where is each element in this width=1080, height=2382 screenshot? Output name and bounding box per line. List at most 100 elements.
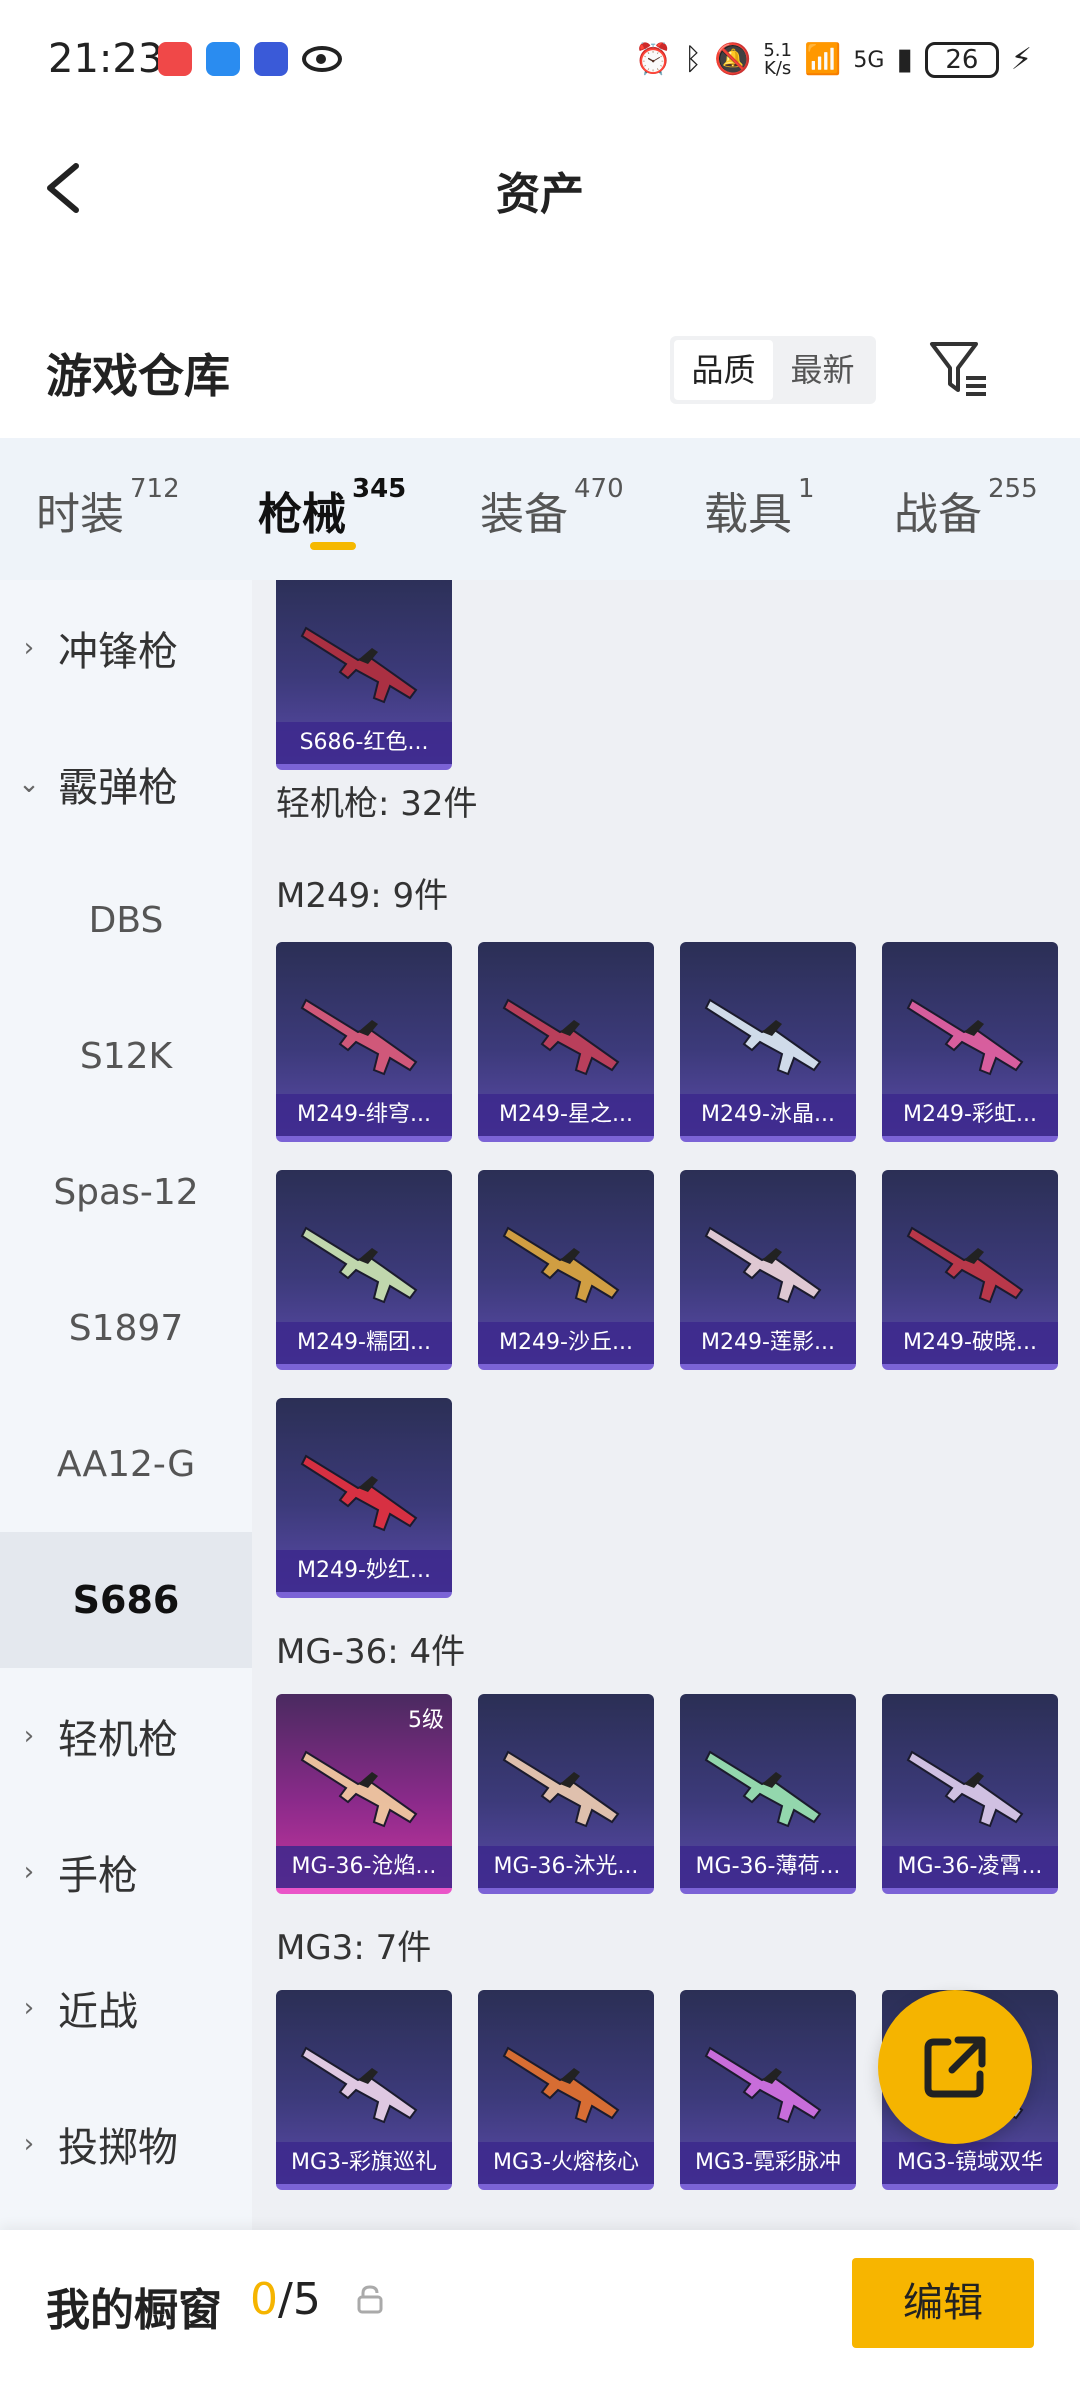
bluetooth-icon: ᛒ (684, 42, 702, 77)
wifi-icon: 📶 (804, 42, 842, 77)
share-fab-button[interactable] (878, 1990, 1032, 2144)
chevron-right-icon: › (23, 1857, 35, 1887)
warehouse-title: 游戏仓库 (46, 349, 230, 403)
weapon-image (704, 998, 822, 1076)
weapon-card[interactable]: M249-妙红... (276, 1398, 452, 1598)
weapon-image (300, 1454, 418, 1532)
weapon-image (502, 1750, 620, 1828)
weapon-image (906, 1226, 1024, 1304)
group-label-m249: M249: 9件 (276, 876, 449, 916)
signal-bars-icon: ▮ (896, 42, 913, 77)
weapon-card[interactable]: M249-彩虹... (882, 942, 1058, 1142)
tab-firearms[interactable]: 枪械 345 (258, 474, 406, 542)
weapon-card[interactable]: M249-糯团... (276, 1170, 452, 1370)
sort-quality-option[interactable]: 品质 (674, 340, 773, 400)
weapon-name: MG-36-沧焰... (276, 1846, 452, 1888)
weapon-type-sidebar: › 冲锋枪 ⌄ 霰弹枪 DBS S12K Spas-12 S1897 AA12-… (0, 580, 252, 2230)
status-bar: 21:23 ⏰ ᛒ 🔕 5.1 K/s 📶 5G ▮ 26 ⚡ (0, 0, 1080, 128)
weapon-name: MG-36-沐光... (478, 1846, 654, 1888)
tab-label: 枪械 (258, 489, 346, 540)
tab-count: 1 (798, 474, 815, 504)
weapon-name: MG-36-薄荷... (680, 1846, 856, 1888)
weapon-card[interactable]: MG3-彩旗巡礼 (276, 1990, 452, 2190)
weapon-card[interactable]: M249-破晓... (882, 1170, 1058, 1370)
weapon-image (704, 2046, 822, 2124)
sidebar-item-label: 霰弹枪 (58, 765, 178, 811)
weapon-image (300, 1226, 418, 1304)
sidebar-item-throwable[interactable]: › 投掷物 (0, 2076, 252, 2212)
tab-label: 装备 (480, 489, 568, 540)
weapon-name: M249-星之... (478, 1094, 654, 1136)
weapon-name: MG3-霓彩脉冲 (680, 2142, 856, 2184)
weapon-name: MG3-火熔核心 (478, 2142, 654, 2184)
sort-toggle: 品质 最新 (670, 336, 876, 404)
sidebar-subitem-dbs[interactable]: DBS (0, 852, 252, 988)
weapon-card[interactable]: M249-沙丘... (478, 1170, 654, 1370)
mute-icon: 🔕 (714, 42, 752, 77)
weapon-image (502, 998, 620, 1076)
weapon-name: M249-破晓... (882, 1322, 1058, 1364)
weapon-image (300, 626, 418, 704)
eye-icon (302, 46, 342, 72)
chevron-right-icon: › (23, 1721, 35, 1751)
network-speed: 5.1 K/s (763, 42, 792, 78)
weapon-card[interactable]: M249-绯穹... (276, 942, 452, 1142)
notification-icons (158, 42, 342, 76)
weapon-image (906, 1750, 1024, 1828)
filter-icon[interactable] (928, 338, 990, 400)
weapon-image (704, 1226, 822, 1304)
tab-equipment[interactable]: 装备 470 (480, 474, 624, 542)
cloud-app-icon (206, 42, 240, 76)
alarm-icon: ⏰ (634, 42, 672, 77)
game-app-icon (254, 42, 288, 76)
sidebar-item-label: 投掷物 (58, 2125, 178, 2171)
weapon-card[interactable]: M249-冰晶... (680, 942, 856, 1142)
weapon-card[interactable]: M249-莲影... (680, 1170, 856, 1370)
sidebar-subitem-s686[interactable]: S686 (0, 1532, 252, 1668)
sidebar-item-shotgun[interactable]: ⌄ 霰弹枪 (0, 716, 252, 852)
sidebar-subitem-aa12g[interactable]: AA12-G (0, 1396, 252, 1532)
sidebar-subitem-s1897[interactable]: S1897 (0, 1260, 252, 1396)
edit-button[interactable]: 编辑 (852, 2258, 1034, 2348)
sidebar-subitem-s12k[interactable]: S12K (0, 988, 252, 1124)
tab-fashion[interactable]: 时装 712 (36, 474, 180, 542)
weapon-name: S686-红色... (276, 722, 452, 764)
sidebar-item-label: 冲锋枪 (58, 629, 178, 675)
sidebar-subitem-spas12[interactable]: Spas-12 (0, 1124, 252, 1260)
chevron-down-icon: ⌄ (18, 769, 40, 799)
sidebar-item-label: 轻机枪 (58, 1717, 178, 1763)
chevron-right-icon: › (23, 2129, 35, 2159)
share-external-icon (924, 2036, 986, 2098)
weapon-image (300, 2046, 418, 2124)
weapon-card[interactable]: 5级 MG-36-沧焰... (276, 1694, 452, 1894)
weapon-image (300, 998, 418, 1076)
showcase-current: 0 (250, 2274, 278, 2325)
weapon-image (502, 1226, 620, 1304)
weapon-card[interactable]: M249-星之... (478, 942, 654, 1142)
sidebar-item-label: 近战 (58, 1989, 138, 2035)
weapon-image (704, 1750, 822, 1828)
sidebar-item-smg[interactable]: › 冲锋枪 (0, 580, 252, 716)
tab-count: 255 (988, 474, 1038, 504)
weapon-card[interactable]: MG3-火熔核心 (478, 1990, 654, 2190)
tab-vehicles[interactable]: 载具 1 (704, 474, 815, 542)
chevron-right-icon: › (23, 633, 35, 663)
weapon-name: MG3-彩旗巡礼 (276, 2142, 452, 2184)
tab-count: 470 (574, 474, 624, 504)
tab-count: 712 (130, 474, 180, 504)
sort-newest-option[interactable]: 最新 (773, 340, 872, 400)
sidebar-item-melee[interactable]: › 近战 (0, 1940, 252, 2076)
sidebar-item-lmg[interactable]: › 轻机枪 (0, 1668, 252, 1804)
weapon-image (300, 1750, 418, 1828)
weapon-card[interactable]: MG-36-沐光... (478, 1694, 654, 1894)
tab-label: 时装 (36, 489, 124, 540)
weapon-card[interactable]: MG-36-凌霄... (882, 1694, 1058, 1894)
weapon-card[interactable]: MG3-霓彩脉冲 (680, 1990, 856, 2190)
tab-label: 载具 (704, 489, 792, 540)
weapon-card[interactable]: S686-红色... (276, 580, 452, 770)
weapon-card[interactable]: MG-36-薄荷... (680, 1694, 856, 1894)
sidebar-item-pistol[interactable]: › 手枪 (0, 1804, 252, 1940)
showcase-total: /5 (278, 2274, 321, 2325)
tab-supplies[interactable]: 战备 255 (894, 474, 1038, 542)
tab-label: 战备 (894, 489, 982, 540)
